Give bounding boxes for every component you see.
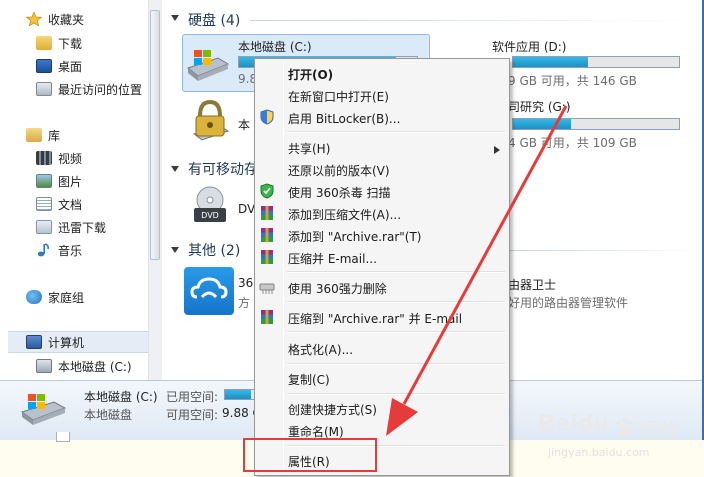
arrow-shaft: [402, 105, 568, 405]
watermark-brand: Baidu: [538, 410, 610, 437]
watermark-sub: 经验: [638, 418, 678, 442]
properties-highlight-box: [243, 438, 377, 472]
baidu-watermark: Baidu 经验 jingyan.baidu.com: [534, 408, 704, 468]
paw-icon: [614, 416, 636, 438]
arrow-head: [386, 398, 418, 436]
annotation-arrow: [386, 105, 568, 436]
watermark-url: jingyan.baidu.com: [548, 446, 650, 459]
